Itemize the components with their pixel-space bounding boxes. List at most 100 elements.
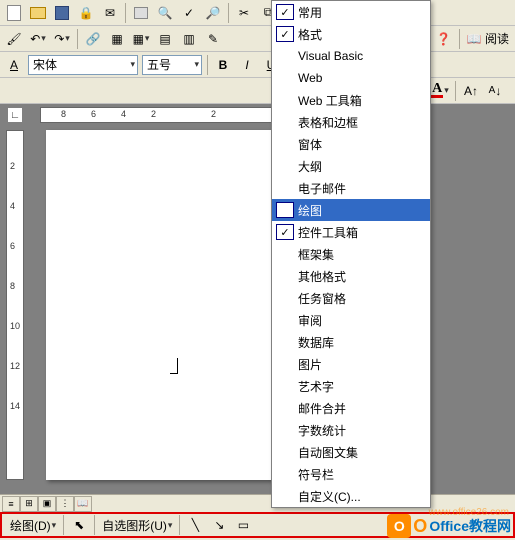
insert-table-button[interactable]: ▦▾ [130, 28, 152, 50]
menu-item-label: 自定义(C)... [298, 488, 361, 505]
menu-item-label: 符号栏 [298, 466, 334, 483]
check-icon: ✓ [276, 224, 294, 240]
mail-button[interactable]: ✉ [99, 2, 121, 24]
menu-item-label: 审阅 [298, 312, 322, 329]
formatting-toolbar: A 宋体 ▾ 五号 ▾ B I U [0, 52, 515, 78]
chevron-down-icon: ▾ [130, 59, 135, 70]
menu-item-18[interactable]: 邮件合并 [272, 397, 430, 419]
menu-item-19[interactable]: 字数统计 [272, 419, 430, 441]
menu-item-0[interactable]: ✓常用 [272, 1, 430, 23]
cut-button[interactable]: ✂ [233, 2, 255, 24]
menu-item-13[interactable]: 任务窗格 [272, 287, 430, 309]
menu-item-3[interactable]: Web [272, 67, 430, 89]
help-button[interactable]: ❓ [433, 28, 455, 50]
read-mode-label: 阅读 [485, 30, 509, 47]
menu-item-14[interactable]: 审阅 [272, 309, 430, 331]
menu-item-10[interactable]: ✓控件工具箱 [272, 221, 430, 243]
menu-item-label: 自动图文集 [298, 444, 358, 461]
check-icon [276, 114, 294, 130]
redo-button[interactable]: ↷▾ [51, 28, 73, 50]
check-icon [276, 488, 294, 504]
hyperlink-button[interactable]: 🔗 [82, 28, 104, 50]
menu-item-21[interactable]: 符号栏 [272, 463, 430, 485]
vertical-ruler[interactable]: 2 4 6 8 10 12 14 [6, 130, 24, 480]
check-icon [276, 466, 294, 482]
undo-button[interactable]: ↶▾ [27, 28, 49, 50]
arrow-tool-button[interactable]: ↘ [208, 514, 230, 536]
standard-toolbar-2: 🖌 ↶▾ ↷▾ 🔗 ▦ ▦▾ ▤ ▥ ✎ 100% ▾ ❓ 📖 阅读 [0, 26, 515, 52]
grow-font-button[interactable]: A↑ [460, 80, 482, 102]
menu-item-22[interactable]: 自定义(C)... [272, 485, 430, 507]
check-icon [276, 334, 294, 350]
menu-item-7[interactable]: 大纲 [272, 155, 430, 177]
menu-item-1[interactable]: ✓格式 [272, 23, 430, 45]
menu-item-label: Visual Basic [298, 49, 363, 63]
tables-borders-button[interactable]: ▦ [106, 28, 128, 50]
open-button[interactable] [27, 2, 49, 24]
outline-view-button[interactable]: ⋮ [56, 496, 74, 512]
font-color-button[interactable]: A▾ [429, 80, 451, 102]
menu-item-11[interactable]: 框架集 [272, 243, 430, 265]
autoshapes-menu[interactable]: 自选图形(U)▾ [98, 515, 176, 535]
new-doc-button[interactable] [3, 2, 25, 24]
chevron-down-icon: ▾ [194, 59, 199, 70]
italic-button[interactable]: I [236, 54, 258, 76]
formatting-toolbar-2: ⇥ ▢▾ ab▾ A▾ A↑ A↓ [0, 78, 515, 104]
print-layout-view-button[interactable]: ▣ [38, 496, 56, 512]
check-icon [276, 422, 294, 438]
style-button[interactable]: A [3, 54, 25, 76]
normal-view-button[interactable]: ≡ [2, 496, 20, 512]
line-tool-button[interactable]: ╲ [184, 514, 206, 536]
menu-item-label: 数据库 [298, 334, 334, 351]
font-family-combo[interactable]: 宋体 ▾ [28, 55, 138, 75]
format-painter-button[interactable]: 🖌 [3, 28, 25, 50]
menu-item-label: 艺术字 [298, 378, 334, 395]
bold-button[interactable]: B [212, 54, 234, 76]
standard-toolbar: 🔒 ✉ 🔍 ✓ 🔎 ✂ ⧉ 📋 [0, 0, 515, 26]
tab-selector[interactable]: ∟ [8, 108, 22, 122]
check-icon [276, 92, 294, 108]
draw-menu[interactable]: 绘图(D)▾ [6, 515, 60, 535]
drawing-toggle-button[interactable]: ✎ [202, 28, 224, 50]
check-icon [276, 400, 294, 416]
read-mode-button[interactable]: 📖 阅读 [463, 29, 513, 49]
rectangle-tool-button[interactable]: ▭ [232, 514, 254, 536]
menu-item-4[interactable]: Web 工具箱 [272, 89, 430, 111]
menu-item-6[interactable]: 窗体 [272, 133, 430, 155]
menu-item-label: 大纲 [298, 158, 322, 175]
check-icon: ✓ [276, 202, 294, 218]
menu-item-9[interactable]: ✓绘图 [272, 199, 430, 221]
research-button[interactable]: 🔎 [202, 2, 224, 24]
menu-item-2[interactable]: Visual Basic [272, 45, 430, 67]
menu-item-17[interactable]: 艺术字 [272, 375, 430, 397]
menu-item-label: Web 工具箱 [298, 92, 362, 109]
menu-item-label: Web [298, 71, 322, 85]
watermark: O OOffice教程网 [387, 514, 511, 538]
menu-item-15[interactable]: 数据库 [272, 331, 430, 353]
font-size-combo[interactable]: 五号 ▾ [142, 55, 202, 75]
print-preview-button[interactable]: 🔍 [154, 2, 176, 24]
select-objects-button[interactable]: ⬉ [68, 514, 90, 536]
menu-item-5[interactable]: 表格和边框 [272, 111, 430, 133]
menu-item-label: 控件工具箱 [298, 224, 358, 241]
document-page[interactable] [46, 130, 276, 480]
spelling-button[interactable]: ✓ [178, 2, 200, 24]
menu-item-12[interactable]: 其他格式 [272, 265, 430, 287]
menu-item-8[interactable]: 电子邮件 [272, 177, 430, 199]
excel-button[interactable]: ▤ [154, 28, 176, 50]
web-view-button[interactable]: ⊞ [20, 496, 38, 512]
menu-item-label: 邮件合并 [298, 400, 346, 417]
permission-button[interactable]: 🔒 [75, 2, 97, 24]
print-button[interactable] [130, 2, 152, 24]
menu-item-20[interactable]: 自动图文集 [272, 441, 430, 463]
menu-item-label: 图片 [298, 356, 322, 373]
shrink-font-button[interactable]: A↓ [484, 80, 506, 102]
columns-button[interactable]: ▥ [178, 28, 200, 50]
menu-item-label: 其他格式 [298, 268, 346, 285]
menu-item-16[interactable]: 图片 [272, 353, 430, 375]
save-button[interactable] [51, 2, 73, 24]
check-icon [276, 70, 294, 86]
office-logo-icon: O [387, 514, 411, 538]
reading-view-button[interactable]: 📖 [74, 496, 92, 512]
horizontal-ruler[interactable]: 8 6 4 2 2 [40, 107, 310, 123]
